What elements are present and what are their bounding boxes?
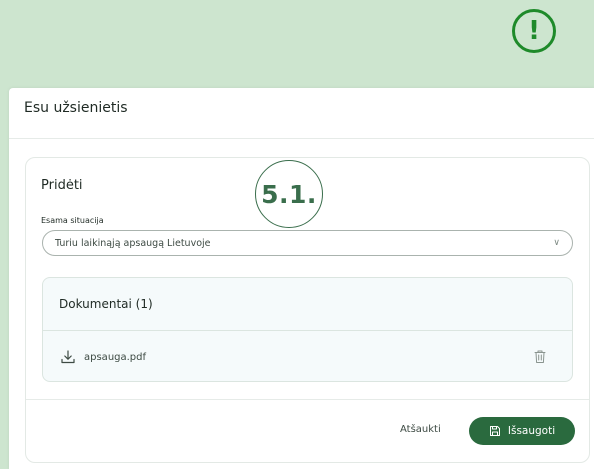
- situation-field-label: Esama situacija: [41, 216, 104, 225]
- documents-panel: Dokumentai (1) apsauga.pdf: [42, 277, 573, 382]
- document-row[interactable]: apsauga.pdf: [43, 331, 572, 381]
- alert-icon: !: [512, 9, 556, 53]
- documents-header: Dokumentai (1): [43, 278, 572, 331]
- alert-symbol: !: [528, 16, 540, 46]
- card-title: Pridėti: [41, 178, 83, 193]
- modal-header-divider: [9, 138, 594, 139]
- step-badge: 5.1.: [255, 160, 323, 228]
- trash-icon[interactable]: [533, 349, 547, 364]
- save-button[interactable]: Išsaugoti: [469, 417, 575, 445]
- situation-select[interactable]: Turiu laikinąją apsaugą Lietuvoje ∨: [42, 230, 573, 256]
- foreigner-modal: Esu užsienietis Pridėti 5.1. Esama situa…: [9, 88, 594, 469]
- save-button-label: Išsaugoti: [507, 425, 556, 437]
- situation-select-value: Turiu laikinąją apsaugą Lietuvoje: [55, 237, 211, 249]
- cancel-button[interactable]: Atšaukti: [400, 424, 441, 435]
- download-icon[interactable]: [60, 349, 76, 365]
- add-card: Pridėti 5.1. Esama situacija Turiu laiki…: [25, 157, 590, 463]
- modal-title: Esu užsienietis: [24, 100, 128, 116]
- floppy-disk-icon: [489, 426, 500, 436]
- chevron-down-icon: ∨: [553, 238, 560, 248]
- footer-divider: [26, 399, 589, 400]
- document-name[interactable]: apsauga.pdf: [84, 352, 146, 363]
